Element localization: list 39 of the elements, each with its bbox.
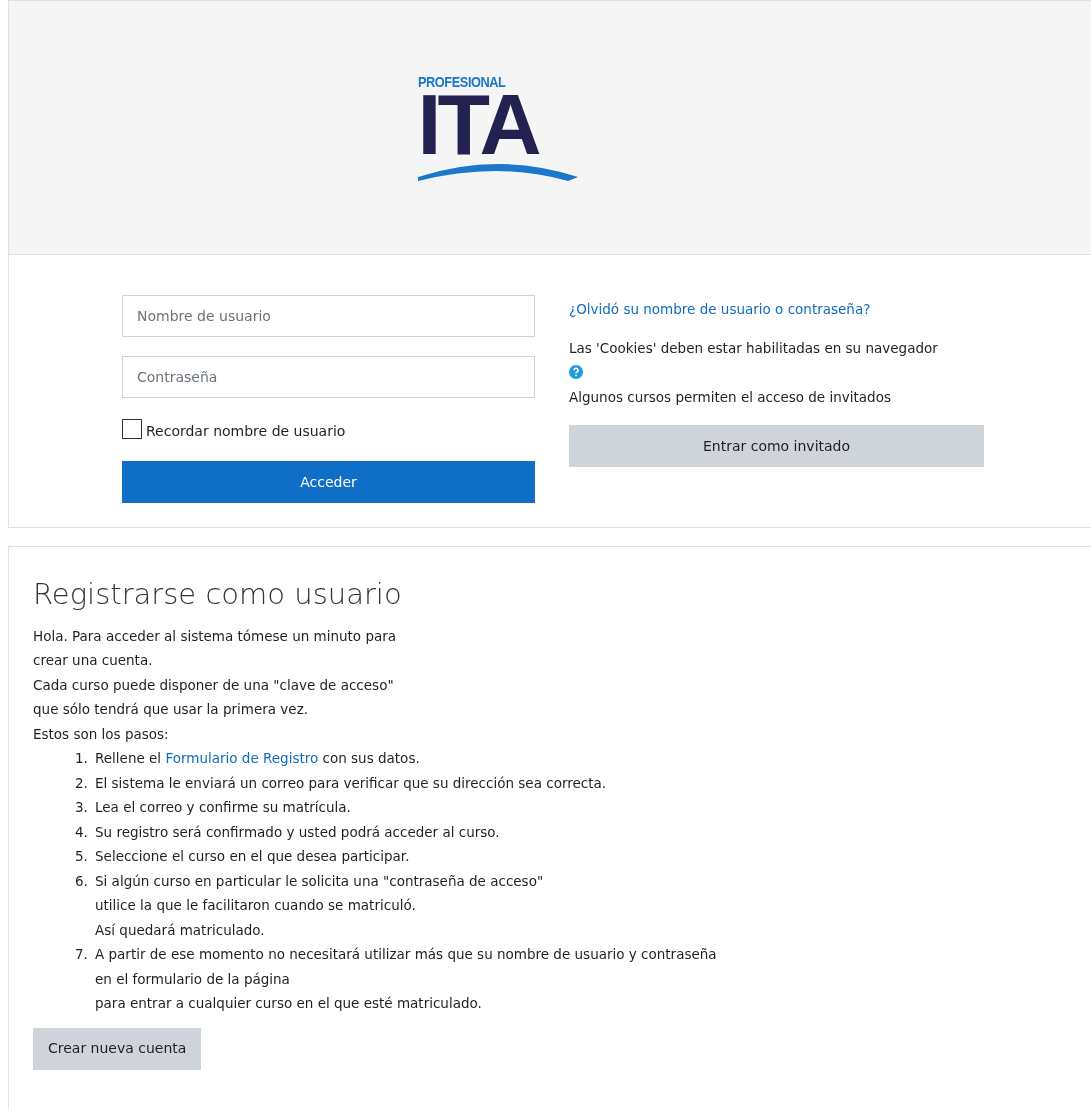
registration-form-link[interactable]: Formulario de Registro xyxy=(165,750,319,767)
step-text: A partir de ese momento no necesitará utilizar más que su nombre de usuario y contraseña xyxy=(95,945,717,965)
intro-text: Hola. Para acceder al sistema tómese un minuto para xyxy=(33,626,398,646)
step-number: 4. xyxy=(75,822,89,842)
signup-title: Registrarse como usuario xyxy=(33,577,403,612)
intro-text: Estos son los pasos: xyxy=(33,724,170,744)
password-field[interactable]: Contraseña xyxy=(122,356,535,398)
step-text: Si algún curso en particular le solicita una "contraseña de acceso" xyxy=(95,871,544,891)
step-number: 7. xyxy=(75,945,89,965)
username-field[interactable]: Nombre de usuario xyxy=(122,295,535,337)
intro-text: Cada curso puede disponer de una "clave de acceso" xyxy=(33,675,395,695)
step-text: Su registro será confirmado y usted podrá acceder al curso. xyxy=(95,822,500,842)
step-text: utilice la que le facilitaron cuando se matriculó. xyxy=(95,896,417,916)
step-text: Lea el correo y confirme su matrícula. xyxy=(95,798,351,818)
intro-text: que sólo tendrá que usar la primera vez. xyxy=(33,700,309,720)
step-number: 5. xyxy=(75,847,89,867)
cookies-note: Las 'Cookies' deben estar habilitadas en su navegador xyxy=(569,340,938,357)
step-text: Seleccione el curso en el que desea participar. xyxy=(95,847,410,867)
intro-text: crear una cuenta. xyxy=(33,651,154,671)
step-text: con sus datos. xyxy=(321,750,420,767)
logo-caption: PROFESIONAL xyxy=(417,74,507,89)
step-text: Así quedará matriculado. xyxy=(95,920,266,940)
login-button[interactable]: Acceder xyxy=(122,461,535,503)
create-account-button[interactable]: Crear nueva cuenta xyxy=(33,1027,202,1070)
logo-letters: ITA xyxy=(417,89,540,159)
step-number: 3. xyxy=(75,798,89,818)
step-number: 2. xyxy=(75,773,89,793)
remember-label[interactable]: Recordar nombre de usuario xyxy=(146,421,346,442)
help-icon[interactable] xyxy=(569,364,583,379)
step-number: 1. xyxy=(75,749,89,769)
step-text: en el formulario de la página xyxy=(95,969,291,989)
guest-access-note: Algunos cursos permiten el acceso de invitados xyxy=(569,388,891,405)
guest-login-button[interactable]: Entrar como invitado xyxy=(569,425,984,467)
step-text: para entrar a cualquier curso en el que esté matriculado. xyxy=(95,994,483,1014)
remember-checkbox[interactable] xyxy=(122,418,142,439)
forgot-password-link[interactable]: ¿Olvidó su nombre de usuario o contraseña? xyxy=(569,301,871,317)
step-text: El sistema le enviará un correo para verificar que su dirección sea correcta. xyxy=(95,773,607,793)
step-number: 6. xyxy=(75,871,89,891)
step-text: Rellene el xyxy=(95,750,163,767)
